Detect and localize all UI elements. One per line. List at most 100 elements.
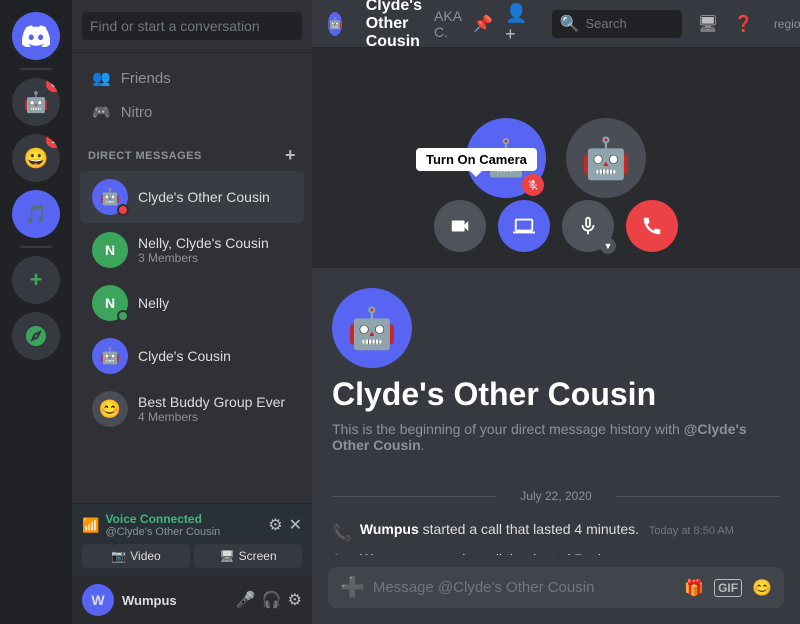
discover-button[interactable]: [12, 312, 60, 360]
server-app2[interactable]: 😀 1: [12, 134, 60, 182]
chat-intro-desc: This is the beginning of your direct mes…: [332, 421, 780, 453]
dm-sub-best-buddy: 4 Members: [138, 410, 285, 424]
participant-robot: 🤖 Turn On Camera: [466, 118, 546, 198]
header-icons: 🔍 🖥 ❓: [552, 10, 754, 38]
server-app3[interactable]: 🎵: [12, 190, 60, 238]
headphones-icon[interactable]: 🎧: [262, 590, 282, 610]
dm-name-best-buddy: Best Buddy Group Ever: [138, 394, 285, 410]
server-divider: [20, 68, 52, 70]
video-icon: 📷: [111, 549, 126, 563]
search-icon: 🔍: [560, 14, 580, 34]
dm-avatar-clydes-cousin: 🤖: [92, 338, 128, 374]
add-attachment-button[interactable]: ➕: [340, 575, 365, 600]
main-content: 🤖 Clyde's Other Cousin AKA C. 📌 👤+ 🔍 🖥 ❓…: [312, 0, 800, 624]
user-avatar: W: [82, 584, 114, 616]
voice-actions: 📷 Video 🖥 Screen: [82, 544, 302, 568]
dm-avatar-nelly: N: [92, 285, 128, 321]
screen-share-button[interactable]: [498, 200, 550, 252]
dm-avatar-best-buddy: 😊: [92, 391, 128, 427]
monitor-icon[interactable]: 🖥: [698, 14, 718, 34]
voice-leave-icon[interactable]: ✕: [289, 515, 302, 535]
chat-area: 🤖 Clyde's Other Cousin This is the begin…: [312, 268, 800, 555]
gift-icon[interactable]: 🎁: [684, 578, 704, 598]
voice-status-text: Voice Connected: [105, 512, 220, 526]
friends-nav-item[interactable]: 👥 Friends: [80, 61, 304, 95]
message-input-box: ➕ 🎁 GIF 😊: [328, 567, 784, 608]
end-call-button[interactable]: [626, 200, 678, 252]
input-icons: 🎁 GIF 😊: [684, 578, 772, 598]
header-avatar: 🤖: [328, 12, 342, 36]
friends-icon: 👥: [92, 69, 111, 87]
notification-badge: 6: [46, 78, 60, 92]
dm-search-container: [72, 0, 312, 53]
user-name: Wumpus: [122, 593, 228, 608]
header-search-input[interactable]: [586, 16, 674, 31]
dm-section-header: Direct Messages +: [72, 137, 312, 170]
dm-info-clydes-cousin: Clyde's Cousin: [138, 348, 231, 364]
dm-info-nelly-group: Nelly, Clyde's Cousin 3 Members: [138, 235, 269, 265]
dm-name-clydes-cousin: Clyde's Cousin: [138, 348, 231, 364]
add-dm-button[interactable]: +: [285, 145, 296, 166]
dm-info-nelly: Nelly: [138, 295, 169, 311]
friends-label: Friends: [121, 70, 171, 87]
user-bar: W Wumpus 🎤 🎧 ⚙: [72, 576, 312, 624]
search-input[interactable]: [82, 12, 302, 40]
user-bar-actions: 🎤 🎧 ⚙: [236, 590, 302, 610]
dm-info-best-buddy: Best Buddy Group Ever 4 Members: [138, 394, 285, 424]
add-friend-icon[interactable]: 👤+: [505, 3, 527, 45]
dm-item-clyde-other[interactable]: 🤖 Clyde's Other Cousin: [80, 171, 304, 223]
chat-intro-name: Clyde's Other Cousin: [332, 376, 780, 413]
screen-icon: 🖥: [219, 549, 234, 563]
call-area: 🤖 Turn On Camera 🤖: [312, 48, 800, 268]
chat-message: 📞 Wumpus started a call that lasted 4 mi…: [332, 519, 780, 545]
voice-user-text: @Clyde's Other Cousin: [105, 526, 220, 538]
header-search: 🔍: [552, 10, 682, 38]
add-server-button[interactable]: +: [12, 256, 60, 304]
camera-button[interactable]: [434, 200, 486, 252]
nitro-label: Nitro: [121, 104, 153, 121]
chat-date-divider: July 22, 2020: [332, 489, 780, 503]
message-text-0: Wumpus started a call that lasted 4 minu…: [360, 521, 734, 537]
dm-info-clyde-other: Clyde's Other Cousin: [138, 189, 270, 205]
dm-name-clyde-other: Clyde's Other Cousin: [138, 189, 270, 205]
voice-status: 📶 Voice Connected @Clyde's Other Cousin …: [82, 512, 302, 538]
header-aka: AKA C.: [434, 8, 461, 40]
pin-icon: 📌: [473, 14, 493, 34]
status-dot-dnd: [117, 204, 129, 216]
turn-on-camera-tooltip: Turn On Camera: [416, 148, 537, 171]
server-app1[interactable]: 🤖 6: [12, 78, 60, 126]
chat-intro-avatar: 🤖: [332, 288, 412, 368]
chat-intro: 🤖 Clyde's Other Cousin This is the begin…: [332, 288, 780, 453]
dm-list: 🤖 Clyde's Other Cousin N Nelly, Clyde's …: [72, 170, 312, 503]
dm-avatar-clyde-other: 🤖: [92, 179, 128, 215]
settings-icon[interactable]: ⚙: [288, 590, 302, 610]
discord-icon[interactable]: [12, 12, 60, 60]
microphone-icon[interactable]: 🎤: [236, 590, 256, 610]
dm-item-best-buddy[interactable]: 😊 Best Buddy Group Ever 4 Members: [80, 383, 304, 435]
mic-chevron-icon[interactable]: ▼: [600, 238, 616, 254]
dm-item-nelly-group[interactable]: N Nelly, Clyde's Cousin 3 Members: [80, 224, 304, 276]
dm-sub-nelly-group: 3 Members: [138, 251, 269, 265]
chat-header: 🤖 Clyde's Other Cousin AKA C. 📌 👤+ 🔍 🖥 ❓…: [312, 0, 800, 48]
call-participants: 🤖 Turn On Camera 🤖: [466, 118, 646, 198]
gif-icon[interactable]: GIF: [714, 579, 742, 597]
screen-button[interactable]: 🖥 Screen: [194, 544, 302, 568]
dm-item-clydes-cousin[interactable]: 🤖 Clyde's Cousin: [80, 330, 304, 382]
dm-item-nelly[interactable]: N Nelly: [80, 277, 304, 329]
notification-badge-2: 1: [46, 134, 60, 148]
dm-sidebar: 👥 Friends 🎮 Nitro Direct Messages + 🤖 Cl…: [72, 0, 312, 624]
mic-off-badge: [522, 174, 544, 196]
nitro-nav-item[interactable]: 🎮 Nitro: [80, 95, 304, 129]
mute-button[interactable]: ▼: [562, 200, 614, 252]
call-controls: ▼: [434, 200, 678, 252]
emoji-icon[interactable]: 😊: [752, 578, 772, 598]
message-input[interactable]: [373, 567, 676, 608]
participant-avatar-confused: 🤖: [566, 118, 646, 198]
help-icon[interactable]: ❓: [734, 14, 754, 34]
dm-name-nelly: Nelly: [138, 295, 169, 311]
video-button[interactable]: 📷 Video: [82, 544, 190, 568]
voice-settings-icon[interactable]: ⚙: [268, 515, 282, 535]
nitro-icon: 🎮: [92, 103, 111, 121]
message-input-area: ➕ 🎁 GIF 😊: [312, 555, 800, 624]
dm-name-nelly-group: Nelly, Clyde's Cousin: [138, 235, 269, 251]
